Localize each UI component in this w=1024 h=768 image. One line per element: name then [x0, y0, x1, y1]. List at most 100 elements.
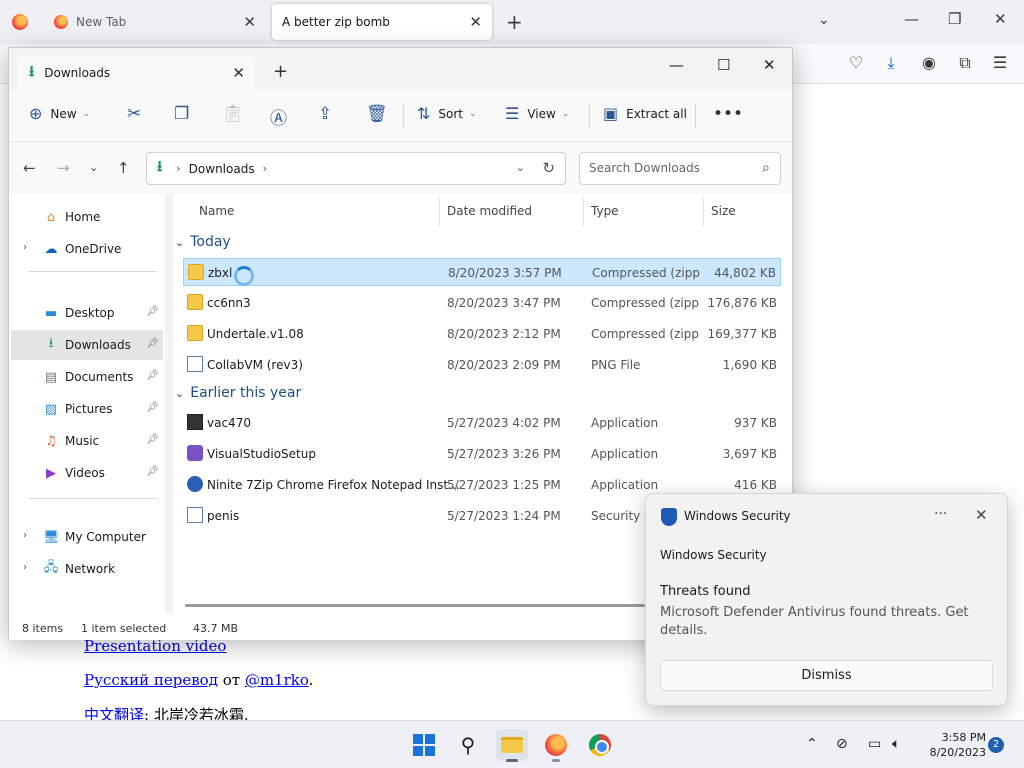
cut-icon[interactable]: ✂	[127, 104, 141, 124]
downloads-icon[interactable]: ⤓	[881, 53, 901, 73]
minimize-icon[interactable]: —	[669, 56, 684, 74]
new-tab-icon[interactable]: +	[506, 10, 523, 34]
sidebar-item-documents[interactable]: ▤ Documents 📌︎	[11, 362, 163, 392]
close-icon[interactable]: ✕	[975, 506, 988, 524]
expand-icon[interactable]: ›	[23, 242, 27, 253]
group-header-earlier-this-year[interactable]: ⌄ Earlier this year	[175, 385, 301, 401]
explorer-tab-downloads[interactable]: ⭳ Downloads ✕	[17, 56, 255, 90]
file-explorer-taskbar-button[interactable]	[496, 729, 528, 762]
extensions-icon[interactable]: ⧉	[955, 53, 975, 73]
collapse-icon: ⌄	[175, 235, 185, 249]
up-icon[interactable]: ↑	[117, 159, 130, 177]
sidebar-item-videos[interactable]: ▶ Videos 📌︎	[11, 458, 163, 488]
search-taskbar-icon[interactable]: ⚲	[452, 729, 484, 761]
network-icon[interactable]: ▭	[868, 736, 881, 752]
document-icon: ▤	[44, 369, 58, 385]
chevron-down-icon: ⌄	[469, 108, 477, 119]
more-options-icon[interactable]: ···	[934, 506, 947, 522]
view-icon: ☰	[505, 104, 520, 123]
windows-security-notification[interactable]: Windows Security ··· ✕ Windows Security …	[645, 493, 1008, 706]
paste-icon[interactable]: 📋︎	[222, 104, 244, 124]
hamburger-menu-icon[interactable]: ☰	[990, 53, 1010, 73]
recent-locations-icon[interactable]: ⌄	[89, 161, 98, 174]
account-icon[interactable]: ◉	[919, 53, 939, 73]
sidebar-item-desktop[interactable]: ▬ Desktop 📌︎	[11, 298, 163, 328]
search-input[interactable]: Search Downloads ⌕	[579, 152, 781, 185]
expand-icon[interactable]: ›	[23, 530, 27, 541]
extract-all-button[interactable]: ▣ Extract all	[603, 104, 687, 123]
clock[interactable]: 3:58 PM 8/20/2023	[920, 730, 986, 760]
sidebar-item-home[interactable]: ⌂ Home	[11, 202, 163, 232]
sidebar-item-label: Home	[65, 210, 101, 224]
address-field[interactable]: ⭳ › Downloads › ⌄ ↻	[146, 152, 566, 185]
table-row[interactable]: cc6nn3 8/20/2023 3:47 PM Compressed (zip…	[183, 289, 781, 317]
expand-icon[interactable]: ›	[23, 562, 27, 573]
address-dropdown-icon[interactable]: ⌄	[516, 161, 525, 174]
column-header-date[interactable]: Date modified	[447, 204, 532, 218]
column-separator[interactable]	[439, 198, 440, 226]
notification-body[interactable]: Microsoft Defender Antivirus found threa…	[660, 604, 990, 640]
collapse-icon: ⌄	[175, 386, 185, 400]
new-tab-icon[interactable]: +	[273, 61, 288, 82]
notification-count-badge[interactable]: 2	[988, 737, 1004, 753]
sidebar-item-network[interactable]: › 🖧︎ Network	[11, 554, 163, 584]
breadcrumb-downloads[interactable]: Downloads	[189, 162, 255, 176]
list-all-tabs-icon[interactable]: ⌄	[818, 12, 830, 28]
russian-translation-link[interactable]: Русский перевод	[84, 671, 218, 689]
pocket-icon[interactable]: ♡	[846, 53, 866, 73]
firefox-menu-icon[interactable]	[12, 14, 28, 30]
sidebar-item-pictures[interactable]: ▨ Pictures 📌︎	[11, 394, 163, 424]
restore-icon[interactable]: ❐	[948, 10, 961, 28]
minimize-icon[interactable]: —	[904, 10, 919, 28]
sort-button[interactable]: ⇅ Sort ⌄	[417, 104, 477, 123]
table-row[interactable]: zbxl 8/20/2023 3:57 PM Compressed (zipp.…	[183, 258, 781, 286]
column-header-size[interactable]: Size	[711, 204, 736, 218]
close-window-icon[interactable]: ✕	[994, 10, 1007, 28]
column-separator[interactable]	[703, 198, 704, 226]
table-row[interactable]: Undertale.v1.08 8/20/2023 2:12 PM Compre…	[183, 320, 781, 348]
delete-icon[interactable]: 🗑︎	[366, 104, 388, 124]
firefox-taskbar-button[interactable]	[540, 729, 572, 762]
start-button[interactable]	[408, 729, 440, 761]
back-icon[interactable]: ←	[23, 159, 36, 177]
sidebar-scrollbar[interactable]	[165, 194, 173, 614]
file-name: Ninite 7Zip Chrome Firefox Notepad Inst.…	[207, 478, 460, 492]
volume-icon[interactable]: 🔈︎	[892, 736, 900, 752]
close-tab-icon[interactable]: ✕	[232, 64, 245, 82]
browser-tab-new-tab[interactable]: New Tab ✕	[44, 4, 266, 40]
rename-icon[interactable]: Ⓐ	[270, 104, 287, 129]
group-header-today[interactable]: ⌄ Today	[175, 234, 231, 250]
refresh-icon[interactable]: ↻	[542, 159, 555, 177]
copy-icon[interactable]: ❐	[174, 104, 189, 124]
author-link[interactable]: @m1rko	[245, 671, 309, 689]
application-icon	[187, 414, 203, 430]
download-icon: ⭳	[157, 157, 163, 175]
dismiss-button[interactable]: Dismiss	[660, 660, 993, 691]
sidebar-item-onedrive[interactable]: › ☁ OneDrive	[11, 234, 163, 264]
close-tab-icon[interactable]: ✕	[469, 13, 482, 31]
more-options-icon[interactable]: •••	[713, 104, 743, 124]
view-button[interactable]: ☰ View ⌄	[505, 104, 569, 123]
close-tab-icon[interactable]: ✕	[243, 13, 256, 31]
close-window-icon[interactable]: ✕	[763, 56, 776, 74]
table-row[interactable]: VisualStudioSetup 5/27/2023 3:26 PM Appl…	[183, 440, 781, 468]
new-button[interactable]: ⊕ New ⌄	[29, 104, 90, 123]
column-header-type[interactable]: Type	[591, 204, 619, 218]
column-header-name[interactable]: Name	[199, 204, 234, 218]
share-icon[interactable]: ⇪	[318, 104, 332, 124]
sidebar-item-music[interactable]: ♫ Music 📌︎	[11, 426, 163, 456]
maximize-icon[interactable]: ☐	[717, 56, 730, 74]
sidebar-item-my-computer[interactable]: › 🖥︎ My Computer	[11, 522, 163, 552]
defender-warning-icon[interactable]: ⊘	[836, 736, 848, 752]
column-separator[interactable]	[583, 198, 584, 226]
network-icon: 🖧︎	[43, 560, 59, 575]
chrome-taskbar-button[interactable]	[584, 729, 616, 761]
table-row[interactable]: CollabVM (rev3) 8/20/2023 2:09 PM PNG Fi…	[183, 351, 781, 379]
table-row[interactable]: vac470 5/27/2023 4:02 PM Application 937…	[183, 409, 781, 437]
chevron-up-icon[interactable]: ⌃	[806, 736, 818, 752]
horizontal-scrollbar[interactable]	[185, 604, 645, 607]
browser-tab-active[interactable]: A better zip bomb ✕	[272, 4, 492, 40]
sidebar-item-downloads[interactable]: ⭳ Downloads 📌︎	[11, 330, 163, 360]
forward-icon[interactable]: →	[57, 159, 70, 177]
browser-tab-label: New Tab	[76, 15, 127, 29]
